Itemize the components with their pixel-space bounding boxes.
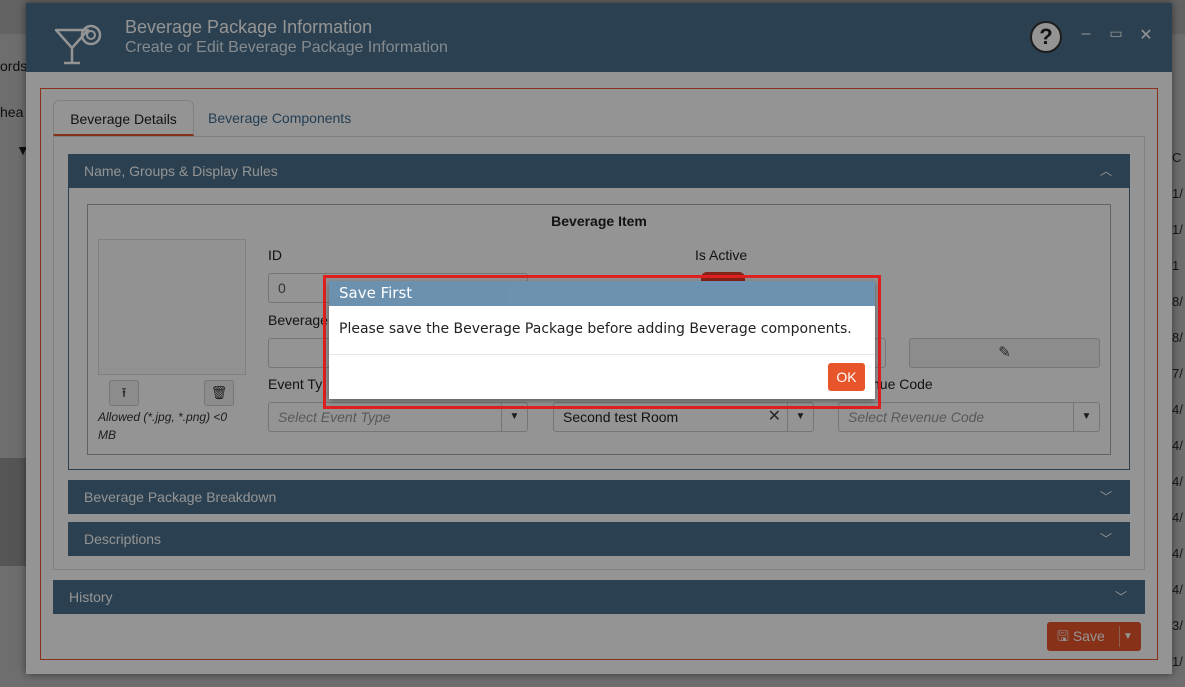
- dialog-title: Save First: [329, 281, 875, 306]
- ok-button[interactable]: OK: [828, 363, 865, 391]
- dialog-divider: [329, 354, 875, 355]
- dialog-message: Please save the Beverage Package before …: [339, 321, 852, 337]
- save-first-dialog: Save First Please save the Beverage Pack…: [329, 281, 875, 399]
